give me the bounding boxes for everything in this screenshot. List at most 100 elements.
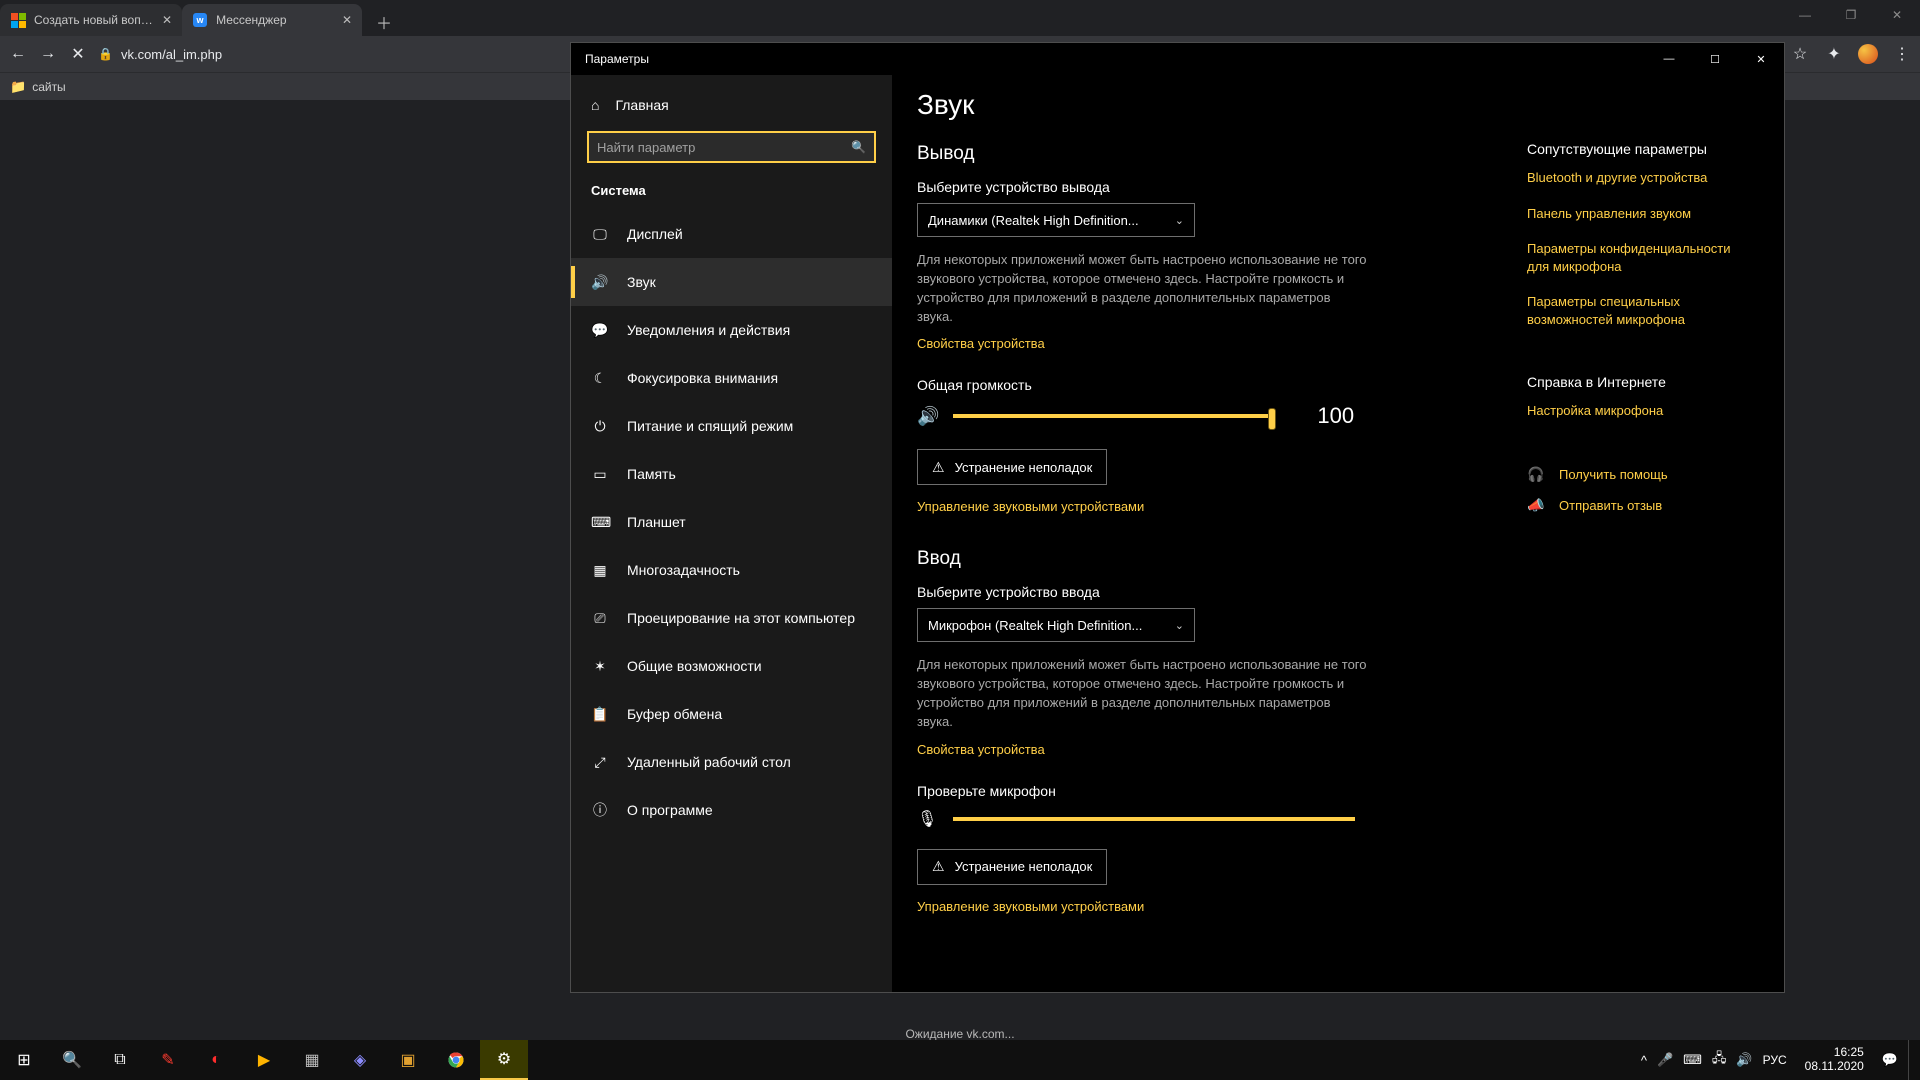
chrome-actions: ☆ ✦ ⋮ — [1790, 44, 1912, 64]
sidebar-item-0[interactable]: 🖵Дисплей — [571, 210, 892, 258]
output-manage-link[interactable]: Управление звуковыми устройствами — [917, 499, 1144, 514]
about-icon: ⓘ — [591, 800, 609, 820]
output-device-value: Динамики (Realtek High Definition... — [928, 213, 1139, 228]
slider-thumb[interactable] — [1268, 408, 1276, 430]
settings-maximize-button[interactable]: ☐ — [1692, 43, 1738, 75]
sidebar-home[interactable]: ⌂ Главная — [571, 89, 892, 127]
input-properties-link[interactable]: Свойства устройства — [917, 742, 1045, 757]
help-heading: Справка в Интернете — [1527, 374, 1754, 390]
back-icon[interactable]: ← — [8, 45, 28, 63]
tray-network-icon[interactable]: 🖧 — [1712, 1049, 1727, 1071]
taskbar: ⊞ 🔍 ⧉ ✎ ◐ ▶ ▦ ◈ ▣ ⚙ ^ 🎤 ⌨ 🖧 🔊 РУС 16:25 … — [0, 1040, 1920, 1080]
task-view-icon[interactable]: ⧉ — [96, 1040, 144, 1080]
taskbar-app[interactable]: ◈ — [336, 1040, 384, 1080]
stop-icon[interactable]: ✕ — [68, 44, 88, 64]
projecting-icon: ⎚ — [591, 610, 609, 627]
tray-mic-icon[interactable]: 🎤 — [1657, 1052, 1673, 1068]
sidebar-item-7[interactable]: ▦Многозадачность — [571, 546, 892, 594]
warning-icon: ⚠ — [932, 858, 945, 875]
output-hint: Для некоторых приложений может быть наст… — [917, 251, 1367, 326]
input-hint: Для некоторых приложений может быть наст… — [917, 656, 1367, 731]
input-manage-link[interactable]: Управление звуковыми устройствами — [917, 899, 1144, 914]
remote-icon: ⤢ — [591, 754, 609, 771]
start-button[interactable]: ⊞ — [0, 1040, 48, 1080]
focus-icon: ☾ — [591, 370, 609, 387]
settings-minimize-button[interactable]: — — [1646, 43, 1692, 75]
home-label: Главная — [615, 97, 668, 113]
chevron-down-icon: ⌄ — [1175, 214, 1184, 227]
sidebar-item-5[interactable]: ▭Память — [571, 450, 892, 498]
sidebar-item-label: Память — [627, 466, 676, 482]
output-device-dropdown[interactable]: Динамики (Realtek High Definition... ⌄ — [917, 203, 1195, 237]
volume-slider[interactable] — [953, 414, 1273, 418]
chrome-close-button[interactable]: ✕ — [1874, 0, 1920, 30]
taskbar-search-icon[interactable]: 🔍 — [48, 1040, 96, 1080]
get-help-link[interactable]: 🎧 Получить помощь — [1527, 466, 1754, 483]
sidebar-search[interactable]: 🔍 — [587, 131, 876, 163]
sidebar-item-12[interactable]: ⓘО программе — [571, 786, 892, 834]
browser-tab-0[interactable]: Создать новый вопрос или нач ✕ — [0, 4, 182, 36]
action-center-icon[interactable]: 💬 — [1882, 1052, 1898, 1068]
taskbar-app[interactable]: ✎ — [144, 1040, 192, 1080]
menu-icon[interactable]: ⋮ — [1892, 44, 1912, 64]
related-link[interactable]: Параметры специальных возможностей микро… — [1527, 293, 1747, 328]
microphone-icon: 🎙 — [917, 809, 937, 829]
taskbar-app[interactable]: ▣ — [384, 1040, 432, 1080]
tray-date: 08.11.2020 — [1805, 1060, 1864, 1074]
sidebar-item-11[interactable]: ⤢Удаленный рабочий стол — [571, 738, 892, 786]
sidebar-item-10[interactable]: 📋Буфер обмена — [571, 690, 892, 738]
taskbar-app[interactable]: ◐ — [192, 1040, 240, 1080]
taskbar-app[interactable]: ▶ — [240, 1040, 288, 1080]
settings-window: Параметры — ☐ ✕ ⌂ Главная 🔍 Система 🖵Дис… — [570, 42, 1785, 993]
input-troubleshoot-button[interactable]: ⚠ Устранение неполадок — [917, 849, 1107, 885]
taskbar-app[interactable]: ▦ — [288, 1040, 336, 1080]
sidebar-item-9[interactable]: ✶Общие возможности — [571, 642, 892, 690]
headset-icon: 🎧 — [1527, 466, 1545, 483]
tab-close-icon[interactable]: ✕ — [162, 13, 172, 27]
related-link[interactable]: Параметры конфиденциальности для микрофо… — [1527, 240, 1747, 275]
bookmark-folder[interactable]: сайты — [32, 80, 66, 94]
help-link[interactable]: Настройка микрофона — [1527, 402, 1747, 420]
related-heading: Сопутствующие параметры — [1527, 141, 1754, 157]
sound-icon: 🔊 — [591, 274, 609, 291]
profile-avatar-icon[interactable] — [1858, 44, 1878, 64]
tray-time: 16:25 — [1805, 1046, 1864, 1060]
settings-close-button[interactable]: ✕ — [1738, 43, 1784, 75]
sidebar-item-2[interactable]: 💬Уведомления и действия — [571, 306, 892, 354]
taskbar-chrome-icon[interactable] — [432, 1040, 480, 1080]
tab-close-icon[interactable]: ✕ — [342, 13, 352, 27]
sidebar-item-8[interactable]: ⎚Проецирование на этот компьютер — [571, 594, 892, 642]
extensions-icon[interactable]: ✦ — [1824, 44, 1844, 64]
tray-volume-icon[interactable]: 🔊 — [1736, 1052, 1752, 1068]
new-tab-button[interactable]: ＋ — [370, 8, 398, 36]
forward-icon[interactable]: → — [38, 45, 58, 63]
settings-titlebar[interactable]: Параметры — ☐ ✕ — [571, 43, 1784, 75]
browser-tab-1[interactable]: w Мессенджер ✕ — [182, 4, 362, 36]
tray-keyboard-icon[interactable]: ⌨ — [1683, 1052, 1702, 1068]
tray-chevron-icon[interactable]: ^ — [1641, 1053, 1647, 1068]
input-device-dropdown[interactable]: Микрофон (Realtek High Definition... ⌄ — [917, 608, 1195, 642]
sidebar-item-6[interactable]: ⌨Планшет — [571, 498, 892, 546]
output-properties-link[interactable]: Свойства устройства — [917, 336, 1045, 351]
chrome-maximize-button[interactable]: ❐ — [1828, 0, 1874, 30]
address-bar[interactable]: 🔒 vk.com/al_im.php — [98, 47, 222, 62]
chrome-minimize-button[interactable]: — — [1782, 0, 1828, 30]
chevron-down-icon: ⌄ — [1175, 619, 1184, 632]
speaker-icon[interactable]: 🔊 — [917, 406, 939, 427]
feedback-link[interactable]: 📣 Отправить отзыв — [1527, 497, 1754, 514]
tray-clock[interactable]: 16:25 08.11.2020 — [1797, 1046, 1872, 1074]
search-input[interactable] — [597, 140, 851, 155]
taskbar-settings-icon[interactable]: ⚙ — [480, 1040, 528, 1080]
vk-favicon-icon: w — [192, 12, 208, 28]
tray-language[interactable]: РУС — [1763, 1053, 1787, 1067]
output-troubleshoot-button[interactable]: ⚠ Устранение неполадок — [917, 449, 1107, 485]
sidebar-item-4[interactable]: ⏻Питание и спящий режим — [571, 402, 892, 450]
star-icon[interactable]: ☆ — [1790, 44, 1810, 64]
sidebar-item-1[interactable]: 🔊Звук — [571, 258, 892, 306]
show-desktop-button[interactable] — [1908, 1040, 1914, 1080]
related-link[interactable]: Панель управления звуком — [1527, 205, 1747, 223]
feedback-icon: 📣 — [1527, 497, 1545, 514]
display-icon: 🖵 — [591, 226, 609, 243]
related-link[interactable]: Bluetooth и другие устройства — [1527, 169, 1747, 187]
sidebar-item-3[interactable]: ☾Фокусировка внимания — [571, 354, 892, 402]
